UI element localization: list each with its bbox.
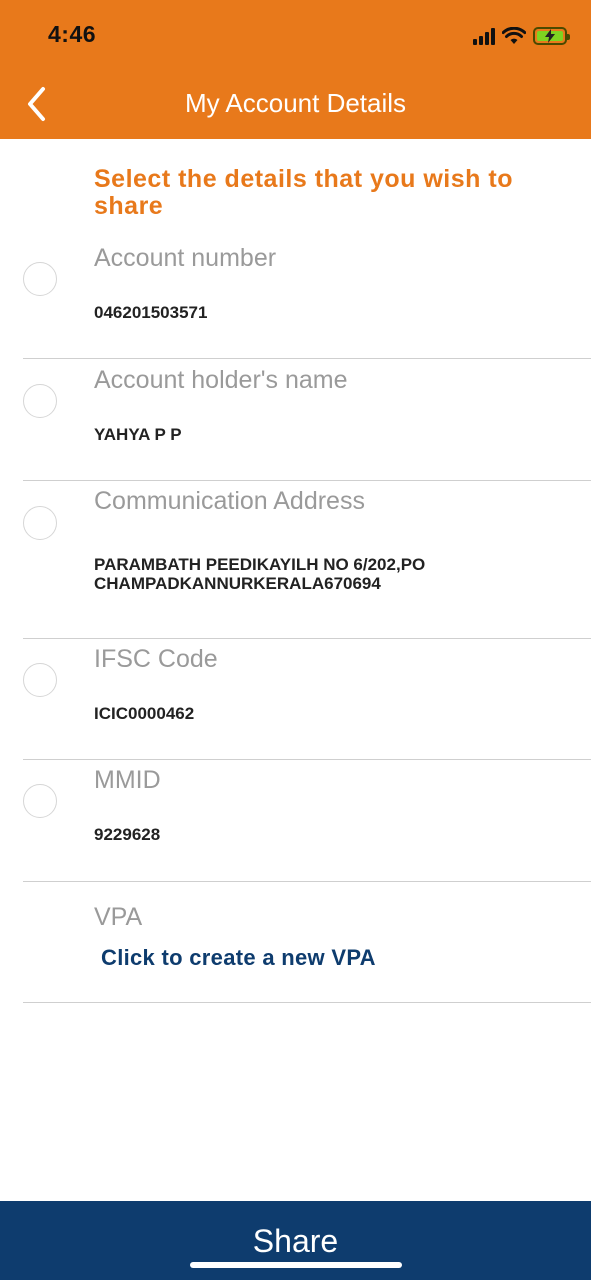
select-radio-account-number[interactable] — [23, 262, 57, 296]
field-label: MMID — [94, 766, 161, 794]
home-indicator — [190, 1262, 402, 1268]
app-header: 4:46 My Account Details — [0, 0, 591, 139]
instruction-text: Select the details that you wish to shar… — [94, 165, 513, 220]
battery-charging-icon — [533, 27, 570, 45]
cellular-signal-icon — [473, 27, 495, 45]
status-time: 4:46 — [48, 21, 97, 47]
detail-row-account-holder: Account holder's name YAHYA P P — [23, 359, 591, 481]
field-value: YAHYA P P — [94, 425, 182, 444]
select-radio-mmid[interactable] — [23, 784, 57, 818]
field-label: Account number — [94, 244, 277, 272]
select-radio-address[interactable] — [23, 506, 57, 540]
field-value: 046201503571 — [94, 303, 208, 322]
page-title: My Account Details — [184, 88, 407, 118]
select-radio-account-holder[interactable] — [23, 384, 57, 418]
create-vpa-link[interactable]: Click to create a new VPA — [101, 945, 376, 971]
wifi-icon — [502, 27, 526, 44]
field-label: VPA — [94, 903, 143, 931]
field-label: IFSC Code — [94, 645, 218, 673]
detail-row-vpa: VPA Click to create a new VPA — [23, 882, 591, 1003]
detail-row-mmid: MMID 9229628 — [23, 760, 591, 882]
field-value: 9229628 — [94, 825, 161, 844]
detail-row-address: Communication Address PARAMBATH PEEDIKAY… — [23, 481, 591, 639]
share-button[interactable]: Share — [0, 1201, 591, 1280]
select-radio-ifsc[interactable] — [23, 663, 57, 697]
status-icons — [473, 24, 570, 48]
field-value-line2: CHAMPADKANNURKERALA670694 — [94, 574, 381, 593]
field-label: Communication Address — [94, 487, 365, 515]
field-value-line1: PARAMBATH PEEDIKAYILH NO 6/202,PO — [94, 555, 426, 574]
detail-row-account-number: Account number 046201503571 — [23, 234, 591, 359]
share-label: Share — [252, 1223, 339, 1259]
detail-row-ifsc: IFSC Code ICIC0000462 — [23, 639, 591, 760]
field-value: ICIC0000462 — [94, 704, 195, 723]
field-label: Account holder's name — [94, 366, 348, 394]
